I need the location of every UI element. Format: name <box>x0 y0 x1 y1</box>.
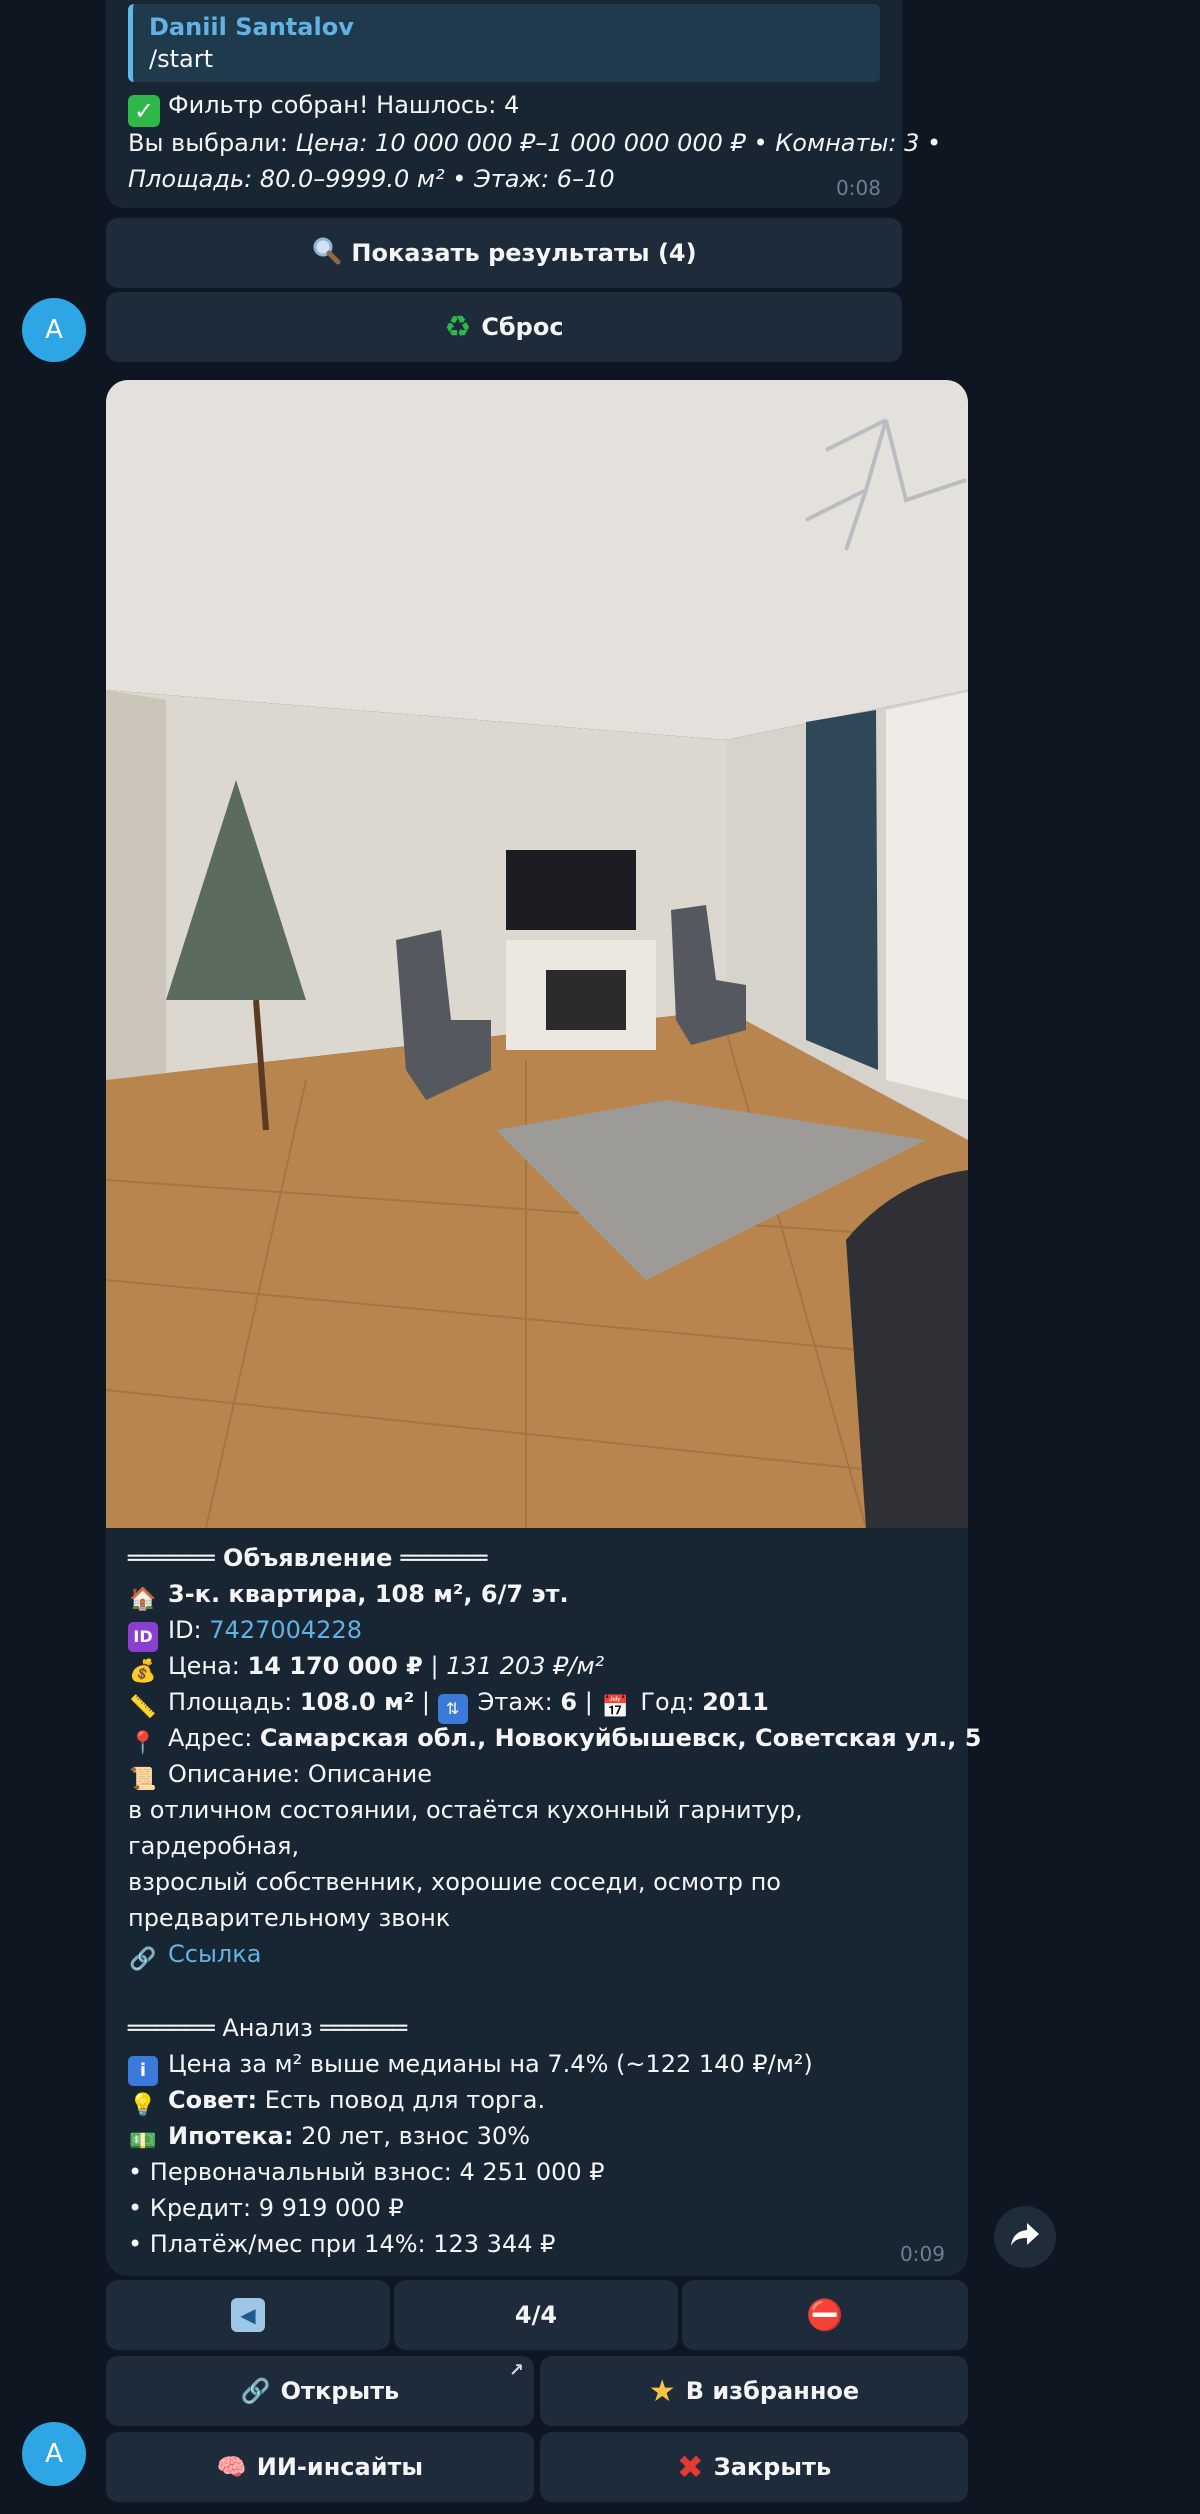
price-per-m2: 131 203 ₽/м² <box>446 1652 605 1680</box>
floor-value: 6 <box>560 1688 578 1716</box>
ruler-icon: 📏 <box>129 1695 157 1720</box>
ai-insights-label: ИИ-инсайты <box>256 2453 424 2481</box>
listing-message-time: 0:09 <box>900 2242 945 2266</box>
analysis-price-text: Цена за м² выше медианы на 7.4% (~122 14… <box>168 2050 813 2078</box>
address-label: Адрес: <box>168 1724 260 1752</box>
monthly-payment-line: • Платёж/мес при 14%: 123 344 ₽ <box>128 2230 556 2258</box>
brain-icon: 🧠 <box>216 2453 247 2481</box>
banknote-icon: 💵 <box>129 2129 157 2154</box>
bot-avatar-2[interactable]: A <box>22 2422 86 2486</box>
description-text-2: гардеробная, <box>128 1832 300 1860</box>
listing-link[interactable]: Ссылка <box>168 1940 261 1968</box>
filter-done-line: ✓ Фильтр собран! Нашлось: 4 <box>128 88 519 127</box>
advice-label: Совет: <box>168 2086 258 2114</box>
price-separator: | <box>422 1652 447 1680</box>
description-text-4: предварительному звонк <box>128 1904 451 1932</box>
favorite-label: В избранное <box>685 2377 860 2405</box>
advice-text: Есть повод для торга. <box>257 2086 546 2114</box>
reset-label: Сброс <box>481 313 564 341</box>
analysis-header: ══════ Анализ ══════ <box>128 2014 408 2042</box>
listing-title-line: 🏠 3-к. квартира, 108 м², 6/7 эт. <box>128 1576 569 1615</box>
listing-id-line: ID ID: 7427004228 <box>128 1612 362 1652</box>
money-bag-icon: 💰 <box>129 1659 157 1684</box>
listing-link-line: 🔗 Ссылка <box>128 1936 261 1975</box>
year-value: 2011 <box>702 1688 769 1716</box>
area-label: Площадь: <box>168 1688 300 1716</box>
reset-button[interactable]: ♻ Сброс <box>106 292 902 362</box>
back-arrow-icon: ◀ <box>231 2298 265 2332</box>
open-label: Открыть <box>280 2377 400 2405</box>
external-link-icon: ↗ <box>508 2360 524 2381</box>
bot-avatar[interactable]: A <box>22 298 86 362</box>
page-indicator-button[interactable]: 4/4 <box>394 2280 678 2350</box>
filter-done-text: Фильтр собран! Нашлось: 4 <box>168 91 520 119</box>
page-indicator: 4/4 <box>514 2301 558 2329</box>
scroll-icon: 📜 <box>129 1767 157 1792</box>
analysis-price-line: i Цена за м² выше медианы на 7.4% (~122 1… <box>128 2046 813 2086</box>
selected-prefix: Вы выбрали: <box>128 129 296 157</box>
address-value: Самарская обл., Новокуйбышевск, Советска… <box>259 1724 982 1752</box>
stop-button[interactable]: ⛔ <box>682 2280 968 2350</box>
check-mark-icon: ✓ <box>128 95 160 127</box>
forward-button[interactable] <box>994 2206 1056 2268</box>
listing-address-line: 📍 Адрес: Самарская обл., Новокуйбышевск, … <box>128 1720 981 1759</box>
close-label: Закрыть <box>713 2453 832 2481</box>
add-to-favorites-button[interactable]: ★ В избранное <box>540 2356 968 2426</box>
show-results-button[interactable]: Показать результаты (4) <box>106 218 902 288</box>
listing-header: ══════ Объявление ══════ <box>128 1540 487 1576</box>
calendar-icon: 📅 <box>601 1695 630 1720</box>
listing-area-line: 📏 Площадь: 108.0 м² | ⇅ Этаж: 6 | 📅 Год: 20… <box>128 1684 769 1724</box>
recycle-icon: ♻ <box>444 309 472 345</box>
link-icon: 🔗 <box>129 1947 157 1972</box>
description-text-1: в отличном состоянии, остаётся кухонный … <box>128 1796 803 1824</box>
mortgage-label: Ипотека: <box>168 2122 294 2150</box>
down-payment-line: • Первоначальный взнос: 4 251 000 ₽ <box>128 2158 605 2186</box>
lightbulb-icon: 💡 <box>129 2093 157 2118</box>
star-icon: ★ <box>648 2373 676 2409</box>
link-icon: 🔗 <box>240 2377 271 2405</box>
selected-filter-line-2: Площадь: 80.0–9999.0 м² • Этаж: 6–10 <box>128 165 615 193</box>
id-label: ID: <box>168 1616 210 1644</box>
listing-description-line: 📜 Описание: Описание <box>128 1756 432 1795</box>
close-x-icon: ✖ <box>676 2448 704 2486</box>
show-results-label: Показать результаты (4) <box>351 239 697 267</box>
description-text-3: взрослый собственник, хорошие соседи, ос… <box>128 1868 781 1896</box>
listing-price-line: 💰 Цена: 14 170 000 ₽ | 131 203 ₽/м² <box>128 1648 604 1687</box>
listing-id-link[interactable]: 7427004228 <box>209 1616 362 1644</box>
quote-author: Daniil Santalov <box>149 13 354 41</box>
listing-title: 3-к. квартира, 108 м², 6/7 эт. <box>168 1580 569 1608</box>
mortgage-text: 20 лет, взнос 30% <box>293 2122 531 2150</box>
listing-header-text: ══════ Объявление ══════ <box>128 1544 488 1572</box>
description-label: Описание: Описание <box>168 1760 432 1788</box>
credit-line: • Кредит: 9 919 000 ₽ <box>128 2194 404 2222</box>
floor-label: Этаж: <box>477 1688 561 1716</box>
area-value: 108.0 м² <box>299 1688 415 1716</box>
ai-insights-button[interactable]: 🧠 ИИ-инсайты <box>106 2432 534 2502</box>
selected-filter-values-1: Цена: 10 000 000 ₽–1 000 000 000 ₽ • Ком… <box>295 129 942 157</box>
price-value: 14 170 000 ₽ <box>247 1652 423 1680</box>
close-button[interactable]: ✖ Закрыть <box>540 2432 968 2502</box>
apartment-photo[interactable] <box>106 380 968 1528</box>
prev-page-button[interactable]: ◀ <box>106 2280 390 2350</box>
price-label: Цена: <box>168 1652 248 1680</box>
quote-text: /start <box>149 45 213 73</box>
reply-quote[interactable]: Daniil Santalov /start <box>128 4 880 82</box>
listing-message-bubble <box>106 380 968 2276</box>
advice-line: 💡 Совет: Есть повод для торга. <box>128 2082 545 2121</box>
open-button[interactable]: 🔗 Открыть ↗ <box>106 2356 534 2426</box>
house-icon: 🏠 <box>129 1587 157 1612</box>
selected-filter-line-1: Вы выбрали: Цена: 10 000 000 ₽–1 000 000… <box>128 126 941 160</box>
year-label: Год: <box>640 1688 703 1716</box>
message-time: 0:08 <box>836 176 881 200</box>
no-entry-icon: ⛔ <box>806 2297 844 2333</box>
magnifier-icon <box>311 235 341 271</box>
pin-icon: 📍 <box>129 1731 157 1756</box>
mortgage-line: 💵 Ипотека: 20 лет, взнос 30% <box>128 2118 530 2157</box>
forward-arrow-icon <box>1010 2222 1040 2252</box>
